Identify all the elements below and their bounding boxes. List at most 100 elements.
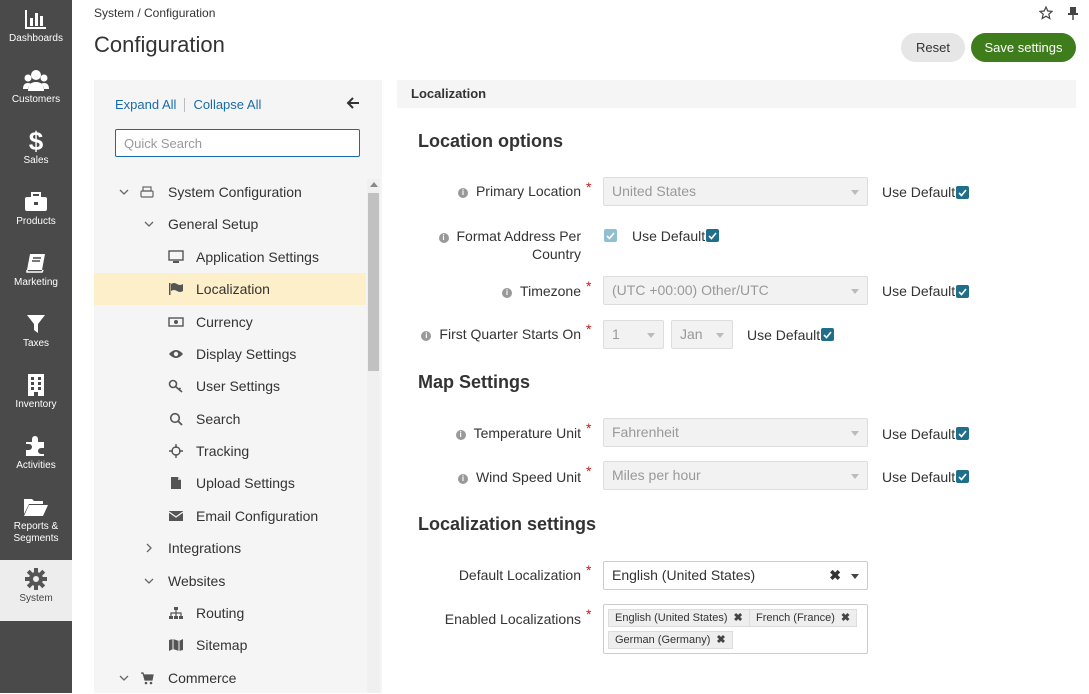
tree-item-search[interactable]: Search	[94, 403, 366, 435]
header-actions	[1038, 5, 1079, 25]
reset-button[interactable]: Reset	[901, 33, 965, 62]
nav-label: Taxes	[22, 338, 50, 349]
use-default-checkbox[interactable]	[956, 285, 969, 298]
money-icon	[168, 314, 184, 330]
eye-icon	[168, 346, 184, 362]
scrollbar-thumb[interactable]	[368, 193, 379, 371]
info-icon[interactable]: i	[457, 188, 468, 198]
nav-label: Sales	[23, 155, 49, 166]
tree-item-system-configuration[interactable]: System Configuration	[94, 176, 366, 208]
first-quarter-month-select[interactable]: Jan	[671, 320, 733, 349]
collapse-all-link[interactable]: Collapse All	[193, 97, 261, 112]
first-quarter-day-select[interactable]: 1	[603, 320, 664, 349]
localization-tag: French (France) ✖	[749, 609, 858, 627]
nav-dashboards[interactable]: Dashboards	[0, 0, 72, 61]
tree-item-email-configuration[interactable]: Email Configuration	[94, 500, 366, 532]
tree-item-commerce[interactable]: Commerce	[94, 662, 366, 694]
scroll-up-arrow-icon[interactable]	[370, 182, 378, 187]
tree-item-user-settings[interactable]: User Settings	[94, 370, 366, 402]
nav-system[interactable]: System	[0, 560, 72, 621]
nav-taxes[interactable]: Taxes	[0, 305, 72, 366]
users-icon	[0, 67, 72, 93]
tag-label: French (France)	[756, 612, 835, 624]
tree-item-currency[interactable]: Currency	[94, 306, 366, 338]
tree-item-upload-settings[interactable]: Upload Settings	[94, 467, 366, 499]
star-icon[interactable]	[1038, 5, 1054, 25]
arrow-left-icon[interactable]	[346, 96, 360, 115]
use-default-checkbox[interactable]	[956, 470, 969, 483]
pin-icon[interactable]	[1067, 6, 1079, 25]
info-icon[interactable]: i	[421, 331, 432, 341]
remove-icon[interactable]: ✖	[716, 634, 725, 646]
info-icon[interactable]: i	[438, 233, 449, 243]
quick-search-input[interactable]	[115, 129, 360, 157]
select-value: Jan	[680, 326, 703, 342]
nav-activities[interactable]: Activities	[0, 427, 72, 488]
tree-scrollbar[interactable]	[367, 179, 380, 693]
info-icon[interactable]: i	[457, 474, 468, 484]
expand-all-link[interactable]: Expand All	[115, 97, 176, 112]
tree-item-integrations[interactable]: Integrations	[94, 532, 366, 564]
timezone-select[interactable]: (UTC +00:00) Other/UTC	[603, 276, 868, 305]
book-icon	[0, 250, 72, 276]
tree-item-localization[interactable]: Localization	[94, 273, 366, 305]
primary-location-select[interactable]: United States	[603, 177, 868, 206]
tree-item-display-settings[interactable]: Display Settings	[94, 338, 366, 370]
save-settings-button[interactable]: Save settings	[971, 33, 1076, 62]
localization-tag: German (Germany) ✖	[608, 631, 733, 649]
nav-label: System	[19, 593, 53, 604]
puzzle-icon	[0, 433, 72, 459]
caret-down-icon	[647, 333, 655, 338]
chevron-down-icon[interactable]	[143, 217, 155, 231]
enabled-localizations-multiselect[interactable]: English (United States) ✖ French (France)…	[603, 604, 868, 654]
chevron-down-icon[interactable]	[143, 574, 155, 588]
info-icon[interactable]: i	[502, 288, 513, 298]
wind-speed-unit-select[interactable]: Miles per hour	[603, 461, 868, 490]
nav-inventory[interactable]: Inventory	[0, 366, 72, 427]
dollar-icon: $	[28, 125, 44, 156]
field-label: First Quarter Starts On	[439, 326, 581, 342]
nav-marketing[interactable]: Marketing	[0, 244, 72, 305]
use-default-checkbox[interactable]	[821, 328, 834, 341]
building-icon	[0, 372, 72, 398]
tree-item-label: Display Settings	[196, 346, 297, 362]
nav-customers[interactable]: Customers	[0, 61, 72, 122]
map-settings-heading: Map Settings	[418, 372, 531, 392]
required-marker: *	[586, 606, 592, 622]
bar-chart-icon	[0, 6, 72, 32]
chevron-down-icon[interactable]	[118, 185, 130, 199]
caret-down-icon	[716, 333, 724, 338]
nav-label: Inventory	[15, 399, 57, 410]
caret-down-icon[interactable]	[851, 574, 859, 579]
default-localization-select[interactable]: English (United States) ✖	[603, 561, 868, 590]
format-address-checkbox[interactable]	[604, 229, 617, 242]
tree-item-tracking[interactable]: Tracking	[94, 435, 366, 467]
monitor-icon	[168, 249, 184, 265]
use-default-checkbox[interactable]	[956, 427, 969, 440]
temperature-unit-label: i Temperature Unit	[455, 425, 581, 441]
use-default-checkbox[interactable]	[706, 229, 719, 242]
nav-reports-segments[interactable]: Reports & Segments	[0, 488, 72, 560]
tree-item-label: User Settings	[196, 378, 281, 394]
tree-item-label: Integrations	[168, 540, 242, 556]
section-title: Localization	[411, 86, 487, 101]
info-icon[interactable]: i	[455, 430, 466, 440]
chevron-down-icon[interactable]	[118, 671, 130, 685]
tree-item-websites[interactable]: Websites	[94, 565, 366, 597]
tree-item-general-setup[interactable]: General Setup	[94, 208, 366, 240]
tree-item-label: Tracking	[196, 443, 250, 459]
use-default-label: Use Default	[882, 184, 956, 200]
remove-icon[interactable]: ✖	[841, 612, 850, 624]
temperature-unit-select[interactable]: Fahrenheit	[603, 418, 868, 447]
nav-label: Activities	[16, 460, 56, 471]
tree-item-sitemap[interactable]: Sitemap	[94, 629, 366, 661]
nav-sales[interactable]: $ Sales	[0, 122, 72, 183]
chevron-right-icon[interactable]	[143, 541, 155, 555]
nav-products[interactable]: Products	[0, 183, 72, 244]
use-default-checkbox[interactable]	[956, 186, 969, 199]
clear-icon[interactable]: ✖	[829, 567, 841, 584]
crosshairs-icon	[168, 443, 184, 459]
remove-icon[interactable]: ✖	[734, 612, 743, 624]
tree-item-application-settings[interactable]: Application Settings	[94, 241, 366, 273]
tree-item-routing[interactable]: Routing	[94, 597, 366, 629]
